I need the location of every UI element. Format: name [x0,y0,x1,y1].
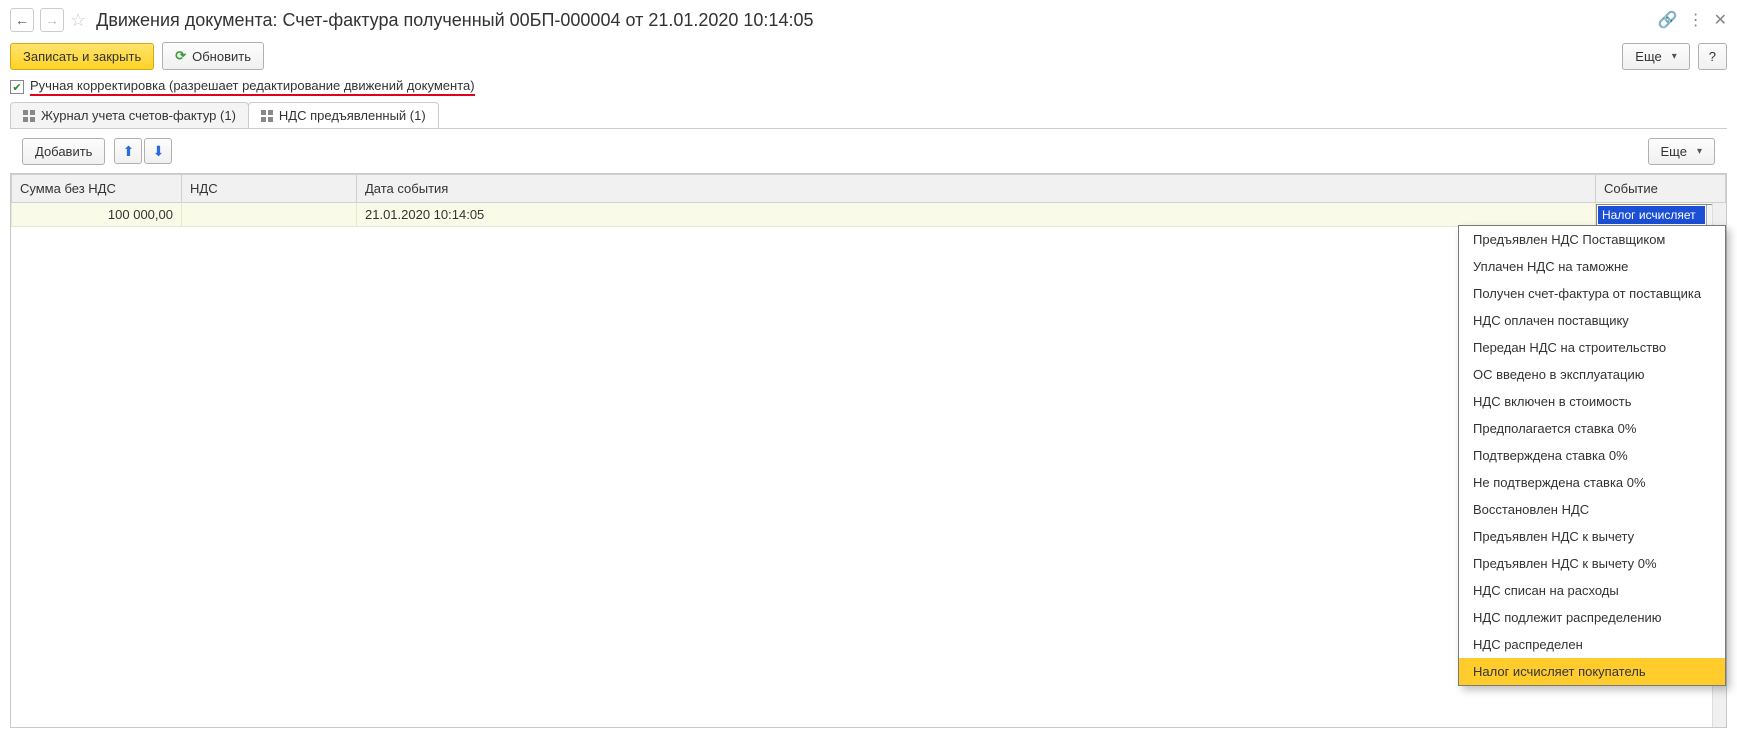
move-down-button[interactable]: ⬇ [144,138,172,164]
cell-sum[interactable]: 100 000,00 [12,203,182,227]
grid-icon [261,110,273,122]
refresh-icon: ⟳ [175,48,186,64]
event-dropdown-item[interactable]: Уплачен НДС на таможне [1459,253,1725,280]
event-dropdown-item[interactable]: НДС списан на расходы [1459,577,1725,604]
help-button[interactable]: ? [1698,43,1727,70]
link-icon[interactable]: 🔗 [1658,10,1678,30]
data-table: Сумма без НДС НДС Дата события Событие 1… [10,173,1727,728]
help-label: ? [1709,49,1716,64]
event-dropdown-item[interactable]: Передан НДС на строительство [1459,334,1725,361]
col-header-nds[interactable]: НДС [182,175,357,203]
event-dropdown-item[interactable]: Восстановлен НДС [1459,496,1725,523]
event-dropdown-item[interactable]: Предполагается ставка 0% [1459,415,1725,442]
tab-invoice-journal-label: Журнал учета счетов-фактур (1) [41,108,236,123]
event-dropdown-item[interactable]: Не подтверждена ставка 0% [1459,469,1725,496]
close-icon[interactable]: ✕ [1714,10,1727,30]
arrow-up-icon: ⬆ [123,143,135,160]
tab-nds-presented-label: НДС предъявленный (1) [279,108,426,123]
col-header-date[interactable]: Дата события [357,175,1596,203]
cell-event[interactable]: Налог исчисляет ▼ Предъявлен НДС Поставщ… [1596,203,1726,227]
event-dropdown-item[interactable]: Подтверждена ставка 0% [1459,442,1725,469]
event-dropdown-item[interactable]: Предъявлен НДС к вычету [1459,523,1725,550]
grid-icon [23,110,35,122]
event-dropdown-item[interactable]: Предъявлен НДС к вычету 0% [1459,550,1725,577]
page-title: Движения документа: Счет-фактура получен… [96,10,813,31]
table-row[interactable]: 100 000,00 21.01.2020 10:14:05 Налог исч… [12,203,1726,227]
more-button-table[interactable]: Еще [1648,138,1715,165]
cell-date[interactable]: 21.01.2020 10:14:05 [357,203,1596,227]
tab-nds-presented[interactable]: НДС предъявленный (1) [248,102,439,128]
nav-forward-button[interactable]: → [40,8,64,32]
add-row-label: Добавить [35,144,92,159]
event-dropdown-item[interactable]: НДС оплачен поставщику [1459,307,1725,334]
manual-edit-checkbox[interactable]: ✔ [10,80,24,94]
event-input[interactable]: Налог исчисляет [1598,206,1705,224]
move-up-button[interactable]: ⬆ [114,138,142,164]
event-dropdown-item[interactable]: Получен счет-фактура от поставщика [1459,280,1725,307]
more-button-top[interactable]: Еще [1622,43,1689,70]
save-and-close-button[interactable]: Записать и закрыть [10,43,154,70]
col-header-event[interactable]: Событие [1596,175,1726,203]
save-and-close-label: Записать и закрыть [23,49,141,64]
manual-edit-label: Ручная корректировка (разрешает редактир… [30,78,475,96]
event-dropdown-item[interactable]: ОС введено в эксплуатацию [1459,361,1725,388]
col-header-sum[interactable]: Сумма без НДС [12,175,182,203]
cell-nds[interactable] [182,203,357,227]
nav-back-button[interactable]: ← [10,8,34,32]
event-dropdown-item[interactable]: НДС включен в стоимость [1459,388,1725,415]
tab-invoice-journal[interactable]: Журнал учета счетов-фактур (1) [10,102,249,128]
add-row-button[interactable]: Добавить [22,138,105,165]
more-table-label: Еще [1661,144,1687,159]
event-dropdown-item[interactable]: НДС подлежит распределению [1459,604,1725,631]
kebab-menu-icon[interactable]: ⋮ [1688,10,1704,30]
more-label: Еще [1635,49,1661,64]
event-dropdown-item[interactable]: Предъявлен НДС Поставщиком [1459,226,1725,253]
arrow-down-icon: ⬇ [153,143,165,160]
event-dropdown-item[interactable]: НДС распределен [1459,631,1725,658]
event-dropdown-list: Предъявлен НДС ПоставщикомУплачен НДС на… [1458,225,1726,686]
event-dropdown-item[interactable]: Налог исчисляет покупатель [1459,658,1725,685]
refresh-label: Обновить [192,49,251,64]
refresh-button[interactable]: ⟳ Обновить [162,42,264,70]
favorite-star-icon[interactable]: ☆ [70,10,86,31]
